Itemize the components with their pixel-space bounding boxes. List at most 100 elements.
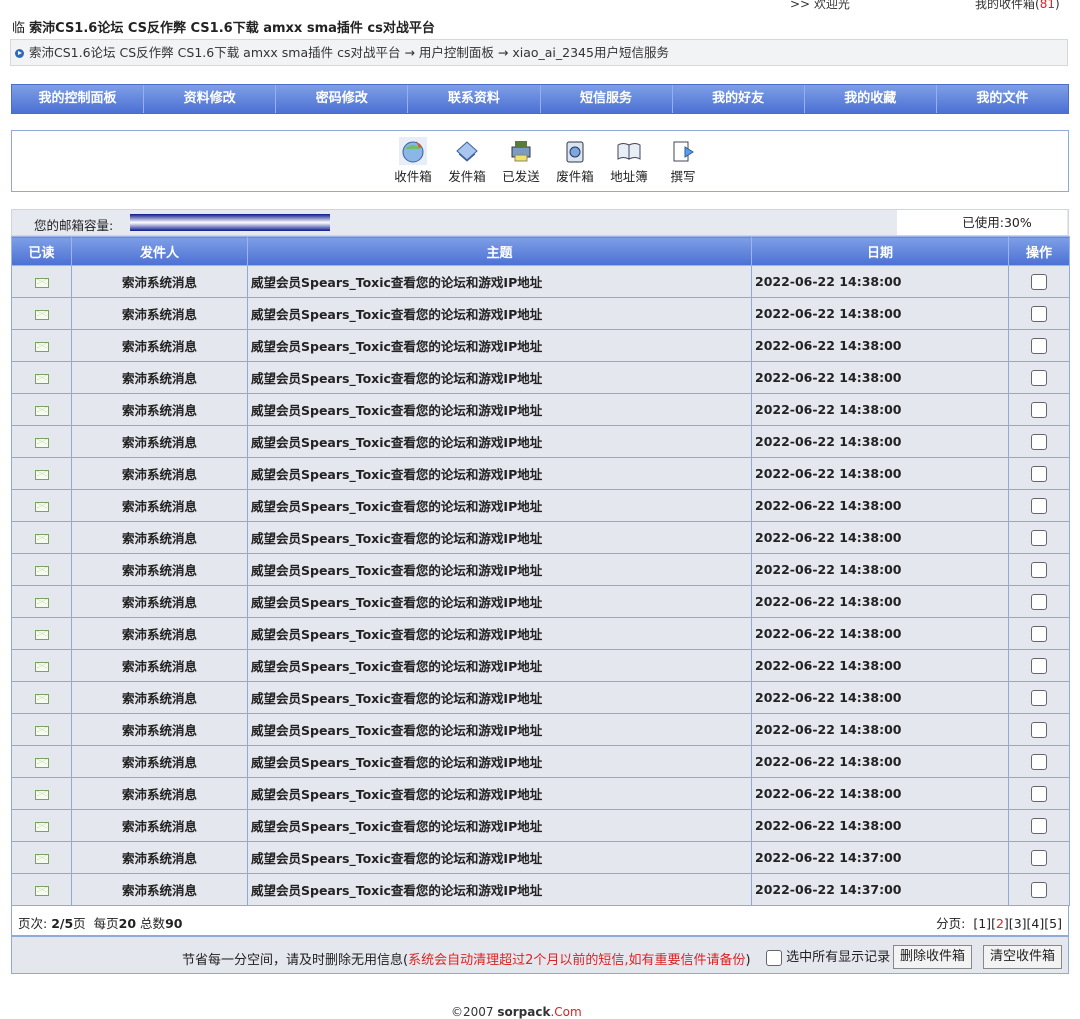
subject-link[interactable]: 威望会员Spears_Toxic查看您的论坛和游戏IP地址 bbox=[247, 745, 752, 778]
subject-link[interactable]: 威望会员Spears_Toxic查看您的论坛和游戏IP地址 bbox=[247, 649, 752, 682]
row-checkbox[interactable] bbox=[1031, 593, 1047, 610]
sender-cell[interactable]: 索沛系统消息 bbox=[71, 777, 248, 810]
row-checkbox[interactable] bbox=[1031, 881, 1047, 898]
table-row[interactable]: 索沛系统消息 威望会员Spears_Toxic查看您的论坛和游戏IP地址 2022-… bbox=[11, 873, 1070, 906]
sender-cell[interactable]: 索沛系统消息 bbox=[71, 521, 248, 554]
subject-link[interactable]: 威望会员Spears_Toxic查看您的论坛和游戏IP地址 bbox=[247, 809, 752, 842]
page-link-3[interactable]: 3 bbox=[1014, 916, 1022, 931]
page-link-5[interactable]: 5 bbox=[1049, 916, 1057, 931]
table-row[interactable]: 索沛系统消息 威望会员Spears_Toxic查看您的论坛和游戏IP地址 2022-… bbox=[11, 745, 1070, 778]
tool-address-book[interactable]: 地址簿 bbox=[604, 137, 654, 185]
sender-cell[interactable]: 索沛系统消息 bbox=[71, 617, 248, 650]
breadcrumb-panel[interactable]: 用户控制面板 bbox=[419, 45, 494, 60]
table-row[interactable]: 索沛系统消息 威望会员Spears_Toxic查看您的论坛和游戏IP地址 2022-… bbox=[11, 777, 1070, 810]
row-checkbox[interactable] bbox=[1031, 497, 1047, 514]
row-checkbox[interactable] bbox=[1031, 625, 1047, 642]
subject-link[interactable]: 威望会员Spears_Toxic查看您的论坛和游戏IP地址 bbox=[247, 297, 752, 330]
sender-cell[interactable]: 索沛系统消息 bbox=[71, 649, 248, 682]
sender-cell[interactable]: 索沛系统消息 bbox=[71, 841, 248, 874]
tool-outbox[interactable]: 发件箱 bbox=[442, 137, 492, 185]
subject-link[interactable]: 威望会员Spears_Toxic查看您的论坛和游戏IP地址 bbox=[247, 553, 752, 586]
nav-favorites[interactable]: 我的收藏 bbox=[805, 85, 937, 113]
sender-cell[interactable]: 索沛系统消息 bbox=[71, 809, 248, 842]
table-row[interactable]: 索沛系统消息 威望会员Spears_Toxic查看您的论坛和游戏IP地址 2022-… bbox=[11, 649, 1070, 682]
subject-link[interactable]: 威望会员Spears_Toxic查看您的论坛和游戏IP地址 bbox=[247, 393, 752, 426]
subject-link[interactable]: 威望会员Spears_Toxic查看您的论坛和游戏IP地址 bbox=[247, 681, 752, 714]
nav-messages[interactable]: 短信服务 bbox=[541, 85, 673, 113]
subject-link[interactable]: 威望会员Spears_Toxic查看您的论坛和游戏IP地址 bbox=[247, 489, 752, 522]
col-sender[interactable]: 发件人 bbox=[71, 236, 248, 266]
table-row[interactable]: 索沛系统消息 威望会员Spears_Toxic查看您的论坛和游戏IP地址 2022-… bbox=[11, 297, 1070, 330]
table-row[interactable]: 索沛系统消息 威望会员Spears_Toxic查看您的论坛和游戏IP地址 2022-… bbox=[11, 393, 1070, 426]
sender-cell[interactable]: 索沛系统消息 bbox=[71, 329, 248, 362]
table-row[interactable]: 索沛系统消息 威望会员Spears_Toxic查看您的论坛和游戏IP地址 2022-… bbox=[11, 329, 1070, 362]
row-checkbox[interactable] bbox=[1031, 433, 1047, 450]
subject-link[interactable]: 威望会员Spears_Toxic查看您的论坛和游戏IP地址 bbox=[247, 873, 752, 906]
row-checkbox[interactable] bbox=[1031, 369, 1047, 386]
table-row[interactable]: 索沛系统消息 威望会员Spears_Toxic查看您的论坛和游戏IP地址 2022-… bbox=[11, 585, 1070, 618]
tool-trash[interactable]: 废件箱 bbox=[550, 137, 600, 185]
table-row[interactable]: 索沛系统消息 威望会员Spears_Toxic查看您的论坛和游戏IP地址 2022-… bbox=[11, 841, 1070, 874]
table-row[interactable]: 索沛系统消息 威望会员Spears_Toxic查看您的论坛和游戏IP地址 2022-… bbox=[11, 265, 1070, 298]
row-checkbox[interactable] bbox=[1031, 753, 1047, 770]
table-row[interactable]: 索沛系统消息 威望会员Spears_Toxic查看您的论坛和游戏IP地址 2022-… bbox=[11, 617, 1070, 650]
row-checkbox[interactable] bbox=[1031, 305, 1047, 322]
page-link-1[interactable]: 1 bbox=[978, 916, 986, 931]
select-all[interactable]: 选中所有显示记录 bbox=[766, 946, 890, 966]
row-checkbox[interactable] bbox=[1031, 657, 1047, 674]
tool-inbox[interactable]: 收件箱 bbox=[388, 137, 438, 185]
table-row[interactable]: 索沛系统消息 威望会员Spears_Toxic查看您的论坛和游戏IP地址 2022-… bbox=[11, 713, 1070, 746]
subject-link[interactable]: 威望会员Spears_Toxic查看您的论坛和游戏IP地址 bbox=[247, 585, 752, 618]
table-row[interactable]: 索沛系统消息 威望会员Spears_Toxic查看您的论坛和游戏IP地址 2022-… bbox=[11, 809, 1070, 842]
sender-cell[interactable]: 索沛系统消息 bbox=[71, 361, 248, 394]
sender-cell[interactable]: 索沛系统消息 bbox=[71, 585, 248, 618]
subject-link[interactable]: 威望会员Spears_Toxic查看您的论坛和游戏IP地址 bbox=[247, 361, 752, 394]
subject-link[interactable]: 威望会员Spears_Toxic查看您的论坛和游戏IP地址 bbox=[247, 521, 752, 554]
page-link-4[interactable]: 4 bbox=[1031, 916, 1039, 931]
nav-contact-info[interactable]: 联系资料 bbox=[408, 85, 541, 113]
select-all-checkbox[interactable] bbox=[766, 949, 782, 966]
row-checkbox[interactable] bbox=[1031, 785, 1047, 802]
nav-friends[interactable]: 我的好友 bbox=[673, 85, 805, 113]
table-row[interactable]: 索沛系统消息 威望会员Spears_Toxic查看您的论坛和游戏IP地址 2022-… bbox=[11, 457, 1070, 490]
row-checkbox[interactable] bbox=[1031, 721, 1047, 738]
subject-link[interactable]: 威望会员Spears_Toxic查看您的论坛和游戏IP地址 bbox=[247, 617, 752, 650]
clear-inbox-button[interactable]: 清空收件箱 bbox=[983, 945, 1063, 969]
subject-link[interactable]: 威望会员Spears_Toxic查看您的论坛和游戏IP地址 bbox=[247, 713, 752, 746]
sender-cell[interactable]: 索沛系统消息 bbox=[71, 713, 248, 746]
row-checkbox[interactable] bbox=[1031, 529, 1047, 546]
nav-profile-edit[interactable]: 资料修改 bbox=[144, 85, 277, 113]
subject-link[interactable]: 威望会员Spears_Toxic查看您的论坛和游戏IP地址 bbox=[247, 329, 752, 362]
row-checkbox[interactable] bbox=[1031, 689, 1047, 706]
tool-compose[interactable]: 撰写 bbox=[658, 137, 708, 185]
nav-control-panel[interactable]: 我的控制面板 bbox=[12, 85, 145, 113]
nav-files[interactable]: 我的文件 bbox=[937, 85, 1068, 113]
table-row[interactable]: 索沛系统消息 威望会员Spears_Toxic查看您的论坛和游戏IP地址 2022-… bbox=[11, 553, 1070, 586]
row-checkbox[interactable] bbox=[1031, 273, 1047, 290]
row-checkbox[interactable] bbox=[1031, 337, 1047, 354]
subject-link[interactable]: 威望会员Spears_Toxic查看您的论坛和游戏IP地址 bbox=[247, 777, 752, 810]
table-row[interactable]: 索沛系统消息 威望会员Spears_Toxic查看您的论坛和游戏IP地址 2022-… bbox=[11, 361, 1070, 394]
subject-link[interactable]: 威望会员Spears_Toxic查看您的论坛和游戏IP地址 bbox=[247, 265, 752, 298]
sender-cell[interactable]: 索沛系统消息 bbox=[71, 457, 248, 490]
tool-sent[interactable]: 已发送 bbox=[496, 137, 546, 185]
sender-cell[interactable]: 索沛系统消息 bbox=[71, 873, 248, 906]
table-row[interactable]: 索沛系统消息 威望会员Spears_Toxic查看您的论坛和游戏IP地址 2022-… bbox=[11, 681, 1070, 714]
sender-cell[interactable]: 索沛系统消息 bbox=[71, 297, 248, 330]
inbox-link[interactable]: 我的收件箱(81) bbox=[975, 0, 1060, 12]
table-row[interactable]: 索沛系统消息 威望会员Spears_Toxic查看您的论坛和游戏IP地址 2022-… bbox=[11, 425, 1070, 458]
row-checkbox[interactable] bbox=[1031, 465, 1047, 482]
table-row[interactable]: 索沛系统消息 威望会员Spears_Toxic查看您的论坛和游戏IP地址 2022-… bbox=[11, 489, 1070, 522]
row-checkbox[interactable] bbox=[1031, 561, 1047, 578]
sender-cell[interactable]: 索沛系统消息 bbox=[71, 425, 248, 458]
page-link-2[interactable]: 2 bbox=[996, 916, 1004, 931]
sender-cell[interactable]: 索沛系统消息 bbox=[71, 745, 248, 778]
subject-link[interactable]: 威望会员Spears_Toxic查看您的论坛和游戏IP地址 bbox=[247, 841, 752, 874]
table-row[interactable]: 索沛系统消息 威望会员Spears_Toxic查看您的论坛和游戏IP地址 2022-… bbox=[11, 521, 1070, 554]
breadcrumb-site[interactable]: 索沛CS1.6论坛 CS反作弊 CS1.6下载 amxx sma插件 cs对战平… bbox=[29, 45, 400, 60]
subject-link[interactable]: 威望会员Spears_Toxic查看您的论坛和游戏IP地址 bbox=[247, 457, 752, 490]
sender-cell[interactable]: 索沛系统消息 bbox=[71, 489, 248, 522]
sender-cell[interactable]: 索沛系统消息 bbox=[71, 393, 248, 426]
subject-link[interactable]: 威望会员Spears_Toxic查看您的论坛和游戏IP地址 bbox=[247, 425, 752, 458]
col-date[interactable]: 日期 bbox=[751, 236, 1009, 266]
